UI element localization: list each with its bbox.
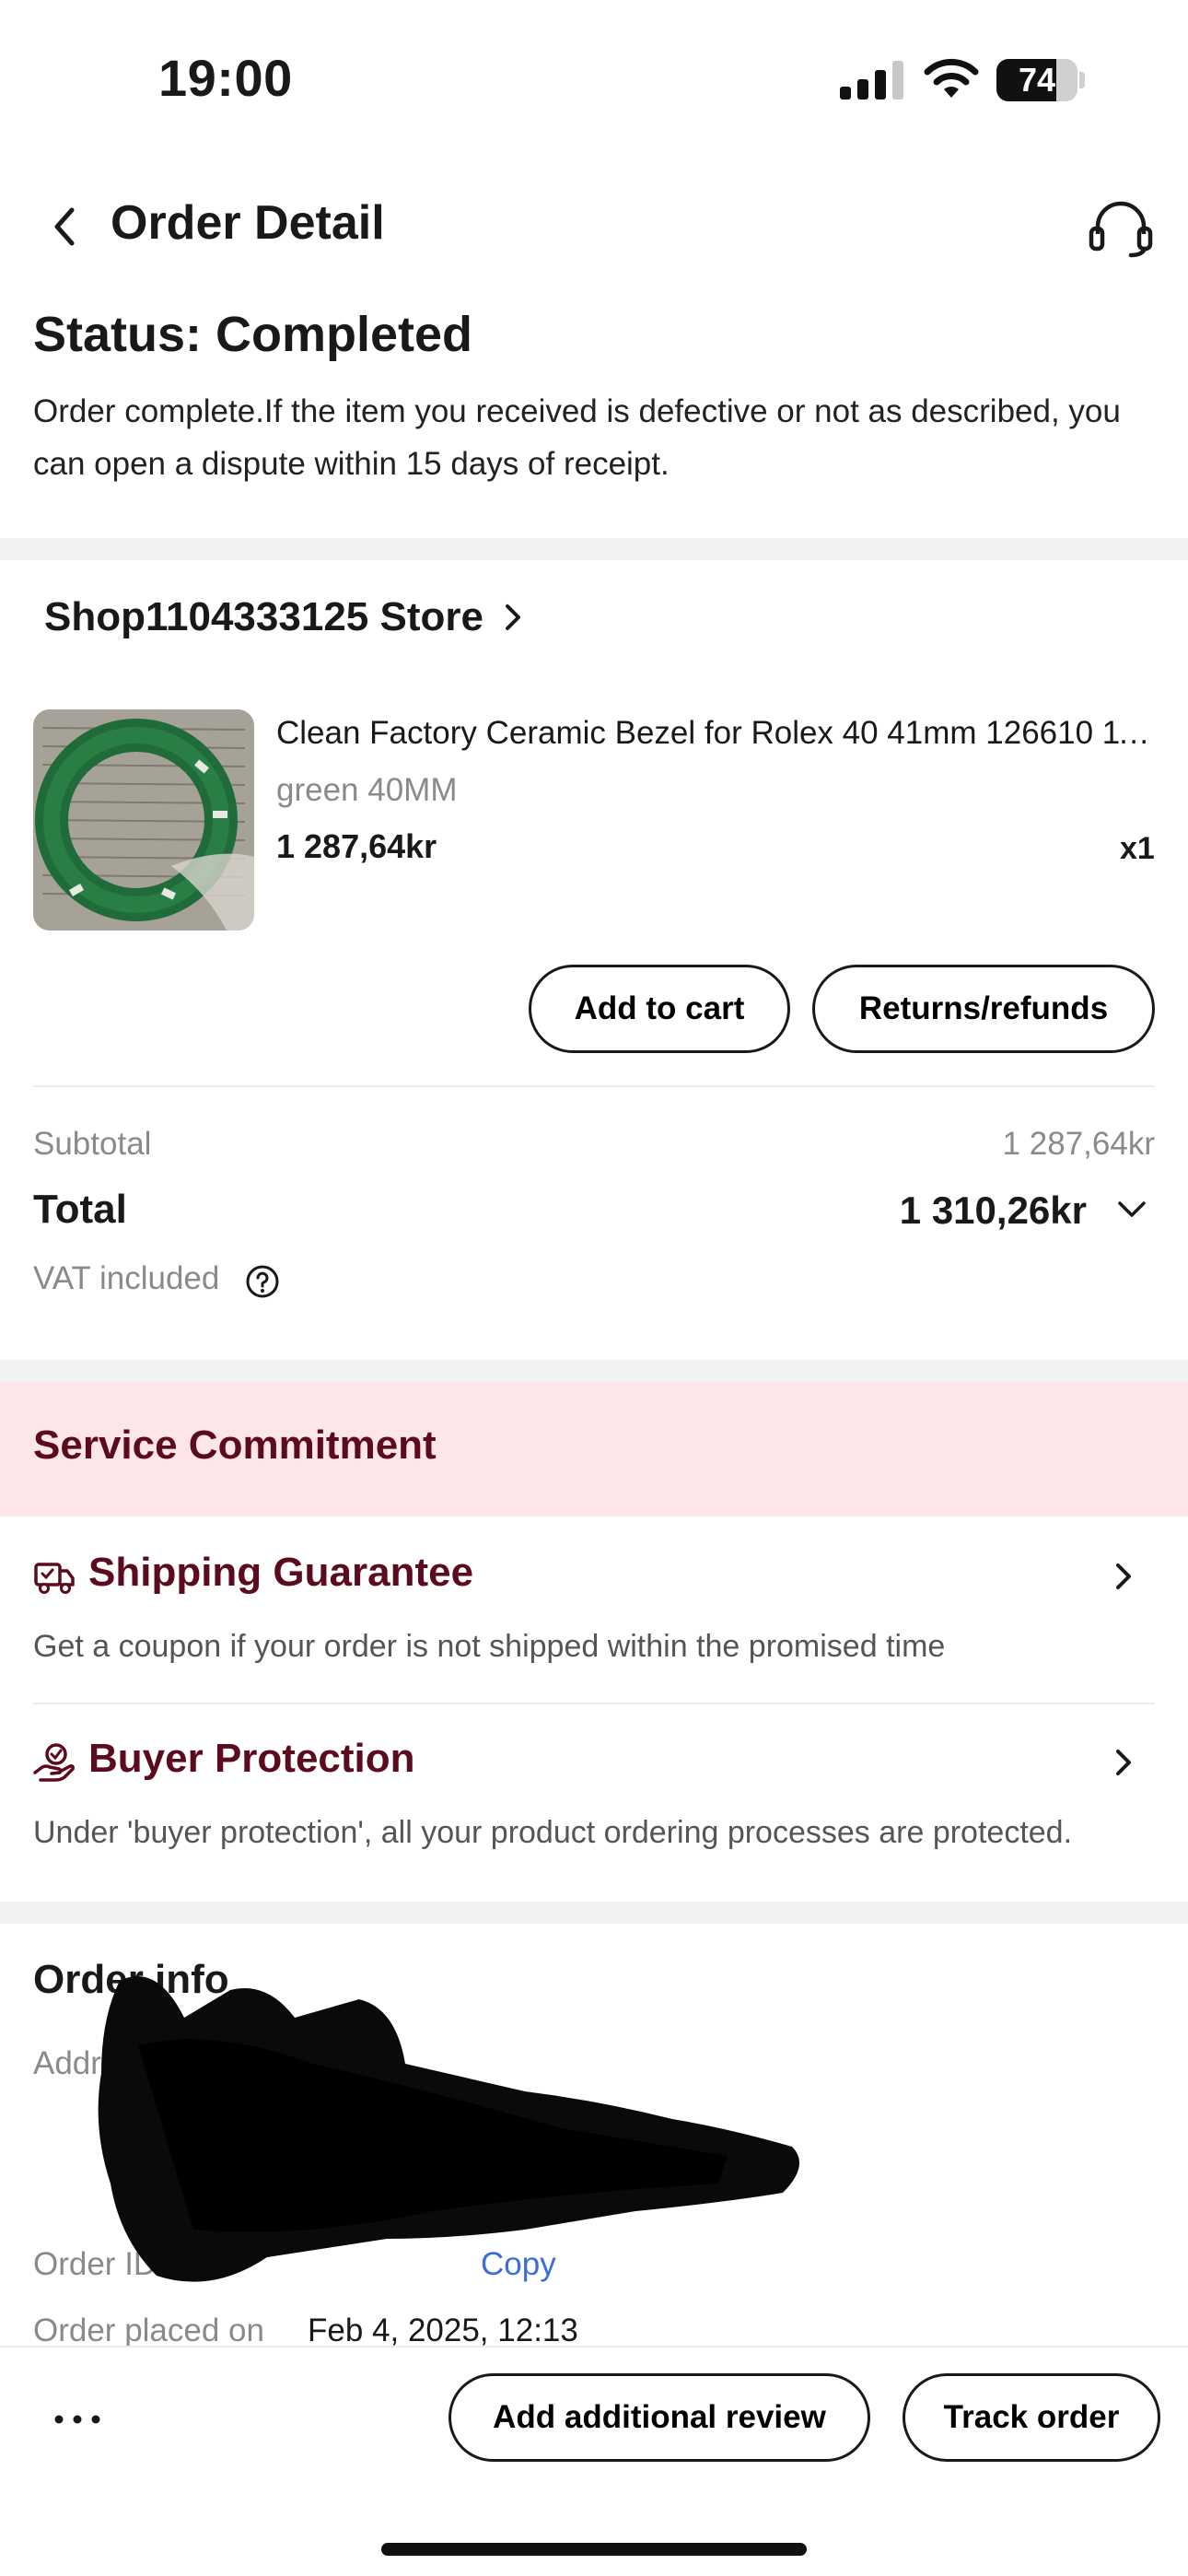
subtotal-value: 1 287,64kr (1002, 1126, 1155, 1162)
service-commitment-banner: Service Commitment (0, 1382, 1188, 1516)
delivery-truck-icon (34, 1563, 75, 1594)
wifi-icon (924, 58, 979, 98)
buyer-protection-description: Under 'buyer protection', all your produ… (33, 1815, 1073, 1850)
store-link[interactable]: Shop1104333125 Store (44, 590, 524, 645)
returns-refunds-button[interactable]: Returns/refunds (812, 965, 1155, 1053)
order-status-title: Status: Completed (33, 307, 473, 362)
order-placed-value: Feb 4, 2025, 12:13 (308, 2313, 578, 2348)
shipping-guarantee-title: Shipping Guarantee (88, 1550, 474, 1595)
chevron-right-icon (1116, 1563, 1131, 1589)
home-indicator (381, 2543, 807, 2556)
divider (33, 1085, 1155, 1087)
section-divider (0, 1902, 1188, 1924)
subtotal-label: Subtotal (33, 1126, 152, 1162)
status-time: 19:00 (158, 49, 293, 107)
bottom-action-bar: Add additional review Track order (0, 2346, 1188, 2576)
chevron-left-icon[interactable] (41, 201, 92, 252)
status-bar: 19:00 74 (0, 0, 1188, 157)
product-title[interactable]: Clean Factory Ceramic Bezel for Rolex 40… (276, 715, 1160, 752)
order-status-description: Order complete.If the item you received … (33, 393, 1121, 482)
more-dots-icon[interactable] (52, 2410, 103, 2429)
service-commitment-title: Service Commitment (33, 1423, 437, 1468)
store-name: Shop1104333125 Store (44, 594, 483, 639)
battery-level-text: 74 (1018, 61, 1056, 99)
chevron-right-icon (1116, 1750, 1131, 1775)
product-image[interactable] (33, 709, 254, 931)
add-review-button[interactable]: Add additional review (448, 2373, 870, 2462)
redaction-scribble (98, 1976, 799, 2282)
chevron-right-icon (505, 604, 520, 630)
buyer-protection-title: Buyer Protection (88, 1736, 415, 1781)
product-variant: green 40MM (276, 772, 458, 808)
product-quantity: x1 (1120, 831, 1155, 866)
cellular-signal-icon (840, 61, 903, 100)
section-divider (0, 538, 1188, 560)
page-title: Order Detail (111, 196, 385, 250)
top-nav-bar: Order Detail (0, 175, 1188, 276)
total-label: Total (33, 1187, 127, 1232)
track-order-button[interactable]: Track order (903, 2373, 1160, 2462)
product-price: 1 287,64kr (276, 827, 437, 865)
protection-hand-icon (33, 1743, 75, 1782)
section-divider (0, 1360, 1188, 1382)
order-placed-label: Order placed on (33, 2313, 264, 2348)
help-icon[interactable] (245, 1264, 280, 1299)
total-value[interactable]: 1 310,26kr (900, 1188, 1087, 1233)
divider (33, 1703, 1155, 1704)
add-to-cart-button[interactable]: Add to cart (529, 965, 790, 1053)
battery-icon: 74 (996, 59, 1085, 101)
headset-icon[interactable] (1087, 197, 1155, 258)
shipping-guarantee-description: Get a coupon if your order is not shippe… (33, 1629, 946, 1664)
vat-label: VAT included (33, 1260, 220, 1296)
chevron-down-icon[interactable] (1116, 1198, 1147, 1220)
